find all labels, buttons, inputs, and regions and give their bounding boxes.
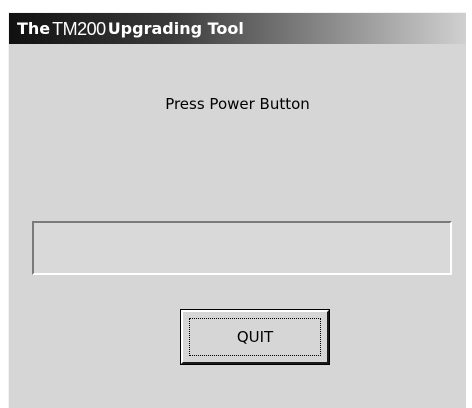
quit-label: QUIT <box>236 328 274 346</box>
focus-rectangle: QUIT <box>189 318 321 356</box>
upgrade-progress-bar <box>32 221 452 275</box>
title-prefix: The <box>17 18 51 38</box>
title-suffix: Upgrading Tool <box>107 18 244 38</box>
status-message: Press Power Button <box>165 95 310 113</box>
title-bar[interactable]: The TM200 Upgrading Tool <box>9 13 466 44</box>
upgrade-dialog: The TM200 Upgrading Tool Press Power But… <box>8 12 466 408</box>
quit-button[interactable]: QUIT <box>180 309 330 365</box>
title-model: TM200 <box>52 18 106 39</box>
